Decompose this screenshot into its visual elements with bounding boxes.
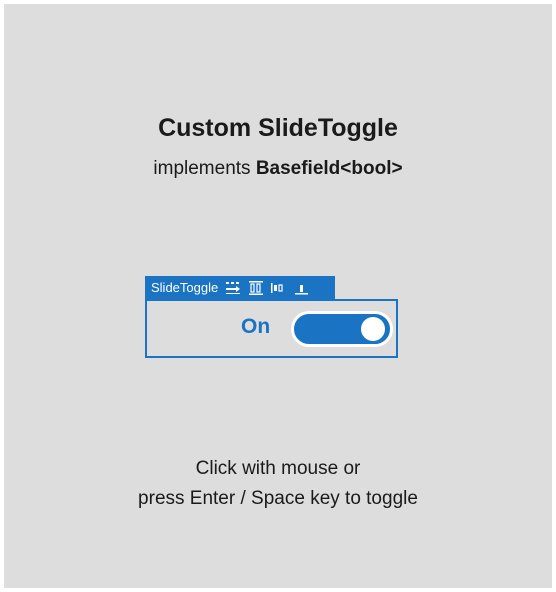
slidetoggle-widget: On	[145, 299, 398, 358]
page-subtitle: implements Basefield<bool>	[4, 158, 552, 180]
toggle-state-label: On	[241, 315, 271, 338]
slidetoggle-debug-tab: SlideToggle	[145, 276, 335, 299]
canvas: Custom SlideToggle implements Basefield<…	[4, 4, 552, 588]
align-bottom-icon[interactable]	[293, 281, 311, 295]
toggle-switch[interactable]	[291, 311, 393, 347]
align-left-bars-icon[interactable]	[270, 281, 288, 295]
toggle-knob[interactable]	[361, 317, 385, 341]
subtitle-prefix: implements	[153, 158, 256, 179]
align-columns-icon[interactable]	[247, 280, 265, 295]
slidetoggle-tab-label: SlideToggle	[151, 280, 219, 295]
instructions-text: Click with mouse or press Enter / Space …	[4, 454, 552, 514]
arrange-right-icon[interactable]	[224, 281, 242, 295]
instructions-line-1: Click with mouse or	[195, 458, 361, 479]
instructions-line-2: press Enter / Space key to toggle	[138, 488, 418, 509]
page-title: Custom SlideToggle	[158, 114, 398, 142]
subtitle-type: Basefield<bool>	[255, 158, 403, 179]
